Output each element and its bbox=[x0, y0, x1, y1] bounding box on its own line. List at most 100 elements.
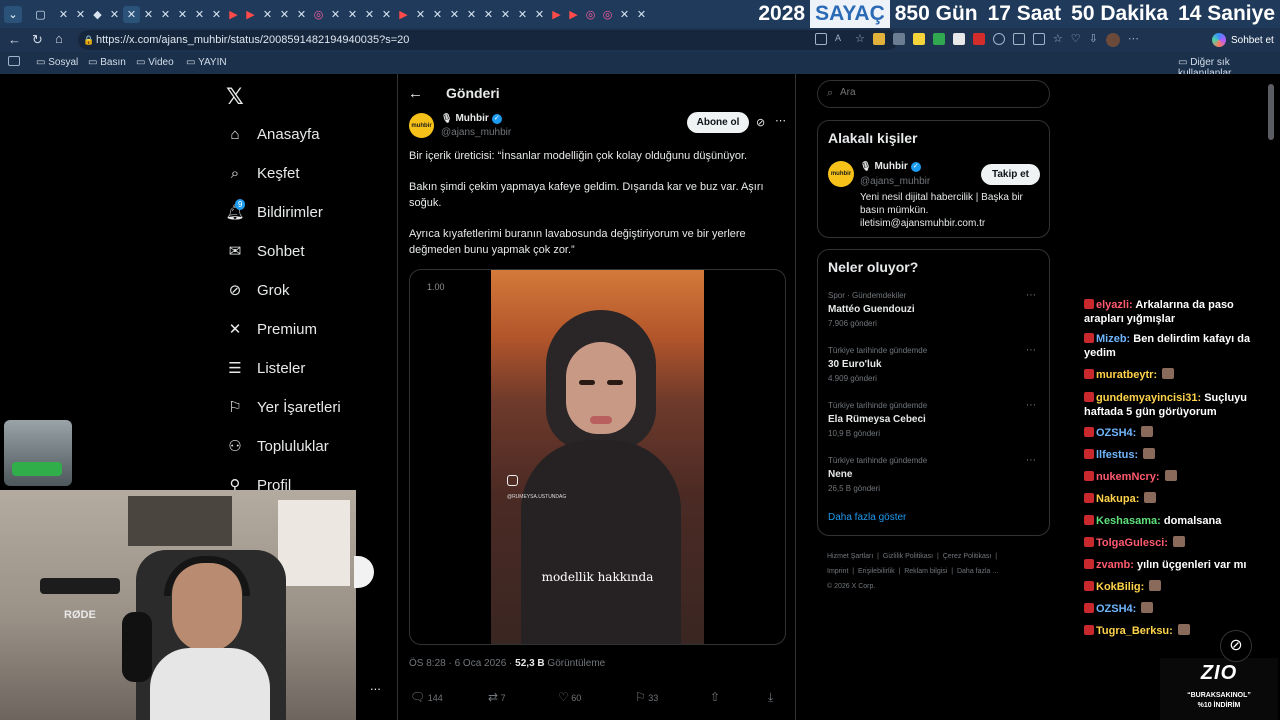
x-tab-icon[interactable]: ✕ bbox=[463, 6, 480, 23]
footer-link[interactable]: Daha fazla ... bbox=[957, 568, 998, 575]
video-player[interactable]: 1.00 @RUMEYSA.USTUNDAG modellik hakkında bbox=[409, 269, 786, 645]
x-tab-icon[interactable]: ✕ bbox=[531, 6, 548, 23]
x-tab-icon[interactable]: ✕ bbox=[191, 6, 208, 23]
x-tab-icon[interactable]: ✕ bbox=[55, 6, 72, 23]
trend-more-icon[interactable]: ⋯ bbox=[1026, 400, 1036, 411]
footer-link[interactable]: Reklam bilgisi bbox=[904, 568, 947, 575]
related-name-row[interactable]: 🎙︎ Muhbir ✓ bbox=[860, 161, 921, 172]
more-icon[interactable]: ⋯ bbox=[1128, 33, 1139, 47]
nav-explore[interactable]: ⌕ Keşfet bbox=[226, 164, 300, 182]
ext-icon-4[interactable] bbox=[932, 33, 945, 45]
workspaces-icon[interactable]: ▢ bbox=[32, 6, 49, 23]
favorites-icon[interactable]: ☆ bbox=[1053, 33, 1063, 47]
trend-more-icon[interactable]: ⋯ bbox=[1026, 290, 1036, 301]
related-avatar[interactable]: muhbir bbox=[828, 161, 854, 187]
grok-floating-icon[interactable]: ⊘ bbox=[1220, 630, 1252, 662]
x-logo-icon[interactable]: 𝕏 bbox=[226, 84, 244, 110]
bookmark-basin[interactable]: ▭ Basın bbox=[88, 57, 126, 68]
x-tab-icon[interactable]: ✕ bbox=[140, 6, 157, 23]
ext-icon-3[interactable] bbox=[912, 33, 925, 45]
follow-button[interactable]: Takip et bbox=[981, 164, 1040, 185]
nav-bookmarks[interactable]: ⚐ Yer İşaretleri bbox=[226, 398, 340, 417]
repost-button[interactable]: ⇄ 7 bbox=[488, 690, 506, 704]
x-tab-icon[interactable]: ✕ bbox=[208, 6, 225, 23]
x-tab-icon[interactable]: ✕ bbox=[259, 6, 276, 23]
footer-link[interactable]: Imprint bbox=[827, 568, 848, 575]
show-more-link[interactable]: Daha fazla göster bbox=[828, 512, 906, 523]
x-tab-icon[interactable]: ✕ bbox=[174, 6, 191, 23]
avatar[interactable]: muhbir bbox=[409, 113, 434, 138]
nav-more-button[interactable]: ... bbox=[370, 678, 381, 693]
back-icon[interactable]: ← bbox=[8, 32, 21, 47]
author-name-row[interactable]: 🎙︎ Muhbir ✓ bbox=[441, 113, 502, 124]
search-input[interactable] bbox=[840, 87, 1040, 98]
search-box[interactable]: ⌕ bbox=[817, 80, 1050, 108]
author-handle[interactable]: @ajans_muhbir bbox=[441, 127, 511, 138]
youtube-tab-icon[interactable]: ▶ bbox=[242, 6, 259, 23]
ext-icon-5[interactable] bbox=[952, 33, 965, 45]
youtube-tab-icon[interactable]: ▶ bbox=[565, 6, 582, 23]
collections-icon[interactable]: ♡ bbox=[1071, 33, 1081, 47]
trend-more-icon[interactable]: ⋯ bbox=[1026, 345, 1036, 356]
ext-icon-1[interactable] bbox=[872, 33, 885, 45]
x-tab-icon[interactable]: ✕ bbox=[106, 6, 123, 23]
footer-link[interactable]: Hizmet Şartları bbox=[827, 553, 873, 560]
tab-list-icon[interactable] bbox=[8, 56, 20, 66]
bookmark-yayin[interactable]: ▭ YAYIN bbox=[186, 57, 227, 68]
ext-icon-6[interactable] bbox=[972, 33, 985, 45]
extensions-icon[interactable] bbox=[1032, 33, 1045, 45]
trend-item[interactable]: Türkiye tarihinde gündemde Nene 26,5 B g… bbox=[828, 456, 927, 493]
x-tab-icon[interactable]: ✕ bbox=[123, 5, 140, 23]
x-tab-icon[interactable]: ✕ bbox=[72, 6, 89, 23]
x-tab-icon[interactable]: ✕ bbox=[293, 6, 310, 23]
bookmark-video[interactable]: ▭ Video bbox=[136, 57, 174, 68]
playback-speed[interactable]: 1.00 bbox=[427, 282, 445, 292]
youtube-tab-icon[interactable]: ▶ bbox=[548, 6, 565, 23]
related-handle[interactable]: @ajans_muhbir bbox=[860, 176, 930, 187]
home-icon[interactable]: ⌂ bbox=[55, 31, 63, 46]
x-tab-icon[interactable]: ✕ bbox=[429, 6, 446, 23]
refresh-icon[interactable]: ↻ bbox=[32, 32, 43, 48]
grok-explain-icon[interactable]: ⊘ bbox=[756, 116, 765, 129]
split-icon[interactable] bbox=[815, 33, 827, 45]
bookmark-button[interactable]: ⚐ 33 bbox=[635, 690, 658, 704]
nav-communities[interactable]: ⚇ Topluluklar bbox=[226, 437, 328, 456]
x-tab-icon[interactable]: ✕ bbox=[514, 6, 531, 23]
nav-chat[interactable]: ✉ Sohbet bbox=[226, 242, 305, 261]
nav-grok[interactable]: ⊘ Grok bbox=[226, 281, 290, 300]
tab-actions-menu[interactable]: ⌄ bbox=[4, 5, 22, 23]
trend-more-icon[interactable]: ⋯ bbox=[1026, 455, 1036, 466]
x-tab-icon[interactable]: ✕ bbox=[327, 6, 344, 23]
x-tab-icon[interactable]: ✕ bbox=[446, 6, 463, 23]
post-more-icon[interactable]: ⋯ bbox=[775, 114, 786, 127]
x-tab-icon[interactable]: ✕ bbox=[412, 6, 429, 23]
instagram-tab-icon[interactable]: ◎ bbox=[310, 6, 327, 23]
subscribe-button[interactable]: Abone ol bbox=[687, 112, 749, 133]
url-field[interactable]: 🔒 https://x.com/ajans_muhbir/status/2008… bbox=[78, 30, 898, 50]
read-aloud-icon[interactable]: A bbox=[835, 33, 847, 45]
footer-link[interactable]: Çerez Politikası bbox=[943, 553, 992, 560]
x-tab-icon[interactable]: ✕ bbox=[616, 6, 633, 23]
page-scrollbar[interactable] bbox=[1268, 84, 1274, 140]
share-button[interactable]: ⇧ bbox=[710, 690, 720, 704]
download-button[interactable]: ⤓ bbox=[768, 690, 773, 705]
reply-button[interactable]: 🗨︎ 144 bbox=[410, 690, 443, 704]
copilot-button[interactable]: Sohbet et bbox=[1212, 31, 1274, 49]
nav-notifications[interactable]: 🔔︎ 9 Bildirimler bbox=[225, 199, 323, 221]
scroll-round-button[interactable] bbox=[354, 556, 374, 588]
bookmark-sosyal[interactable]: ▭ Sosyal bbox=[36, 57, 78, 68]
x-tab-icon[interactable]: ✕ bbox=[633, 6, 650, 23]
x-tab-icon[interactable]: ✕ bbox=[497, 6, 514, 23]
back-arrow-icon[interactable]: ← bbox=[408, 85, 423, 102]
x-tab-icon[interactable]: ✕ bbox=[480, 6, 497, 23]
x-tab-icon[interactable]: ✕ bbox=[361, 6, 378, 23]
trend-item[interactable]: Spor · Gündemdekiler Mattéo Guendouzi 7.… bbox=[828, 291, 915, 328]
instagram-tab-icon[interactable]: ◎ bbox=[599, 6, 616, 23]
post-timestamp[interactable]: ÖS 8:28 · 6 Oca 2026 · bbox=[409, 658, 515, 669]
star-icon[interactable]: ☆ bbox=[855, 33, 865, 47]
ext-icon-7[interactable] bbox=[992, 33, 1005, 45]
x-tab-icon[interactable]: ✕ bbox=[276, 6, 293, 23]
youtube-tab-icon[interactable]: ▶ bbox=[225, 6, 242, 23]
downloads-icon[interactable]: ⇩ bbox=[1089, 33, 1098, 47]
nav-home[interactable]: ⌂ Anasayfa bbox=[226, 125, 319, 143]
